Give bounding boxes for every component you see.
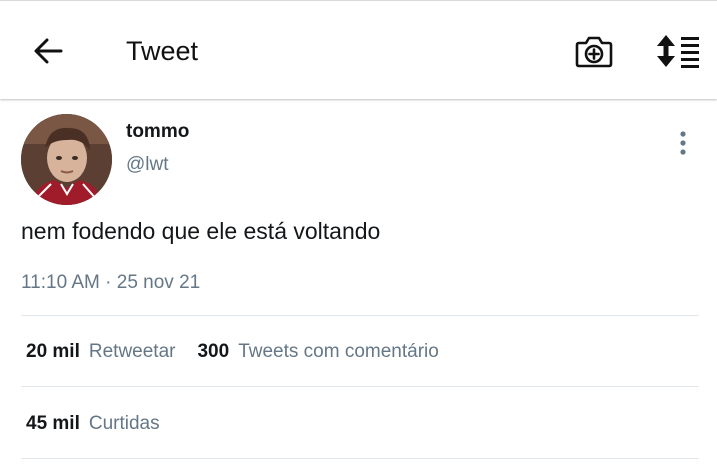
back-button[interactable] xyxy=(28,31,68,71)
camera-plus-icon xyxy=(575,36,613,68)
quote-tweets-count[interactable]: 300 xyxy=(197,341,229,363)
top-app-bar: Tweet xyxy=(0,0,717,99)
camera-button[interactable] xyxy=(574,31,614,71)
retweet-stats-row: 20 mil Retweetar 300 Tweets com comentár… xyxy=(26,341,461,363)
retweets-label[interactable]: Retweetar xyxy=(89,341,176,363)
divider xyxy=(21,386,699,387)
avatar[interactable] xyxy=(21,114,112,205)
divider xyxy=(21,315,699,316)
page-title: Tweet xyxy=(126,36,199,66)
more-vertical-icon xyxy=(680,131,686,155)
user-handle[interactable]: @lwt xyxy=(126,154,169,176)
tweet-text: nem fodendo que ele está voltando xyxy=(21,218,381,244)
sort-list-icon xyxy=(657,35,699,68)
likes-count[interactable]: 45 mil xyxy=(26,413,80,435)
display-name[interactable]: tommo xyxy=(126,121,189,143)
tweet-time: 11:10 AM xyxy=(21,272,100,293)
sort-button[interactable] xyxy=(655,31,701,71)
likes-label[interactable]: Curtidas xyxy=(89,413,160,435)
divider xyxy=(21,458,699,459)
retweets-count[interactable]: 20 mil xyxy=(26,341,80,363)
tweet-date: 25 nov 21 xyxy=(116,272,201,293)
meta-separator: · xyxy=(105,272,112,293)
more-options-button[interactable] xyxy=(670,128,696,158)
quote-tweets-label[interactable]: Tweets com comentário xyxy=(238,341,439,363)
profile-photo xyxy=(21,114,112,205)
likes-stats-row: 45 mil Curtidas xyxy=(26,413,182,435)
arrow-left-icon xyxy=(34,38,63,64)
tweet-timestamp: 11:10 AM · 25 nov 21 xyxy=(21,272,200,294)
